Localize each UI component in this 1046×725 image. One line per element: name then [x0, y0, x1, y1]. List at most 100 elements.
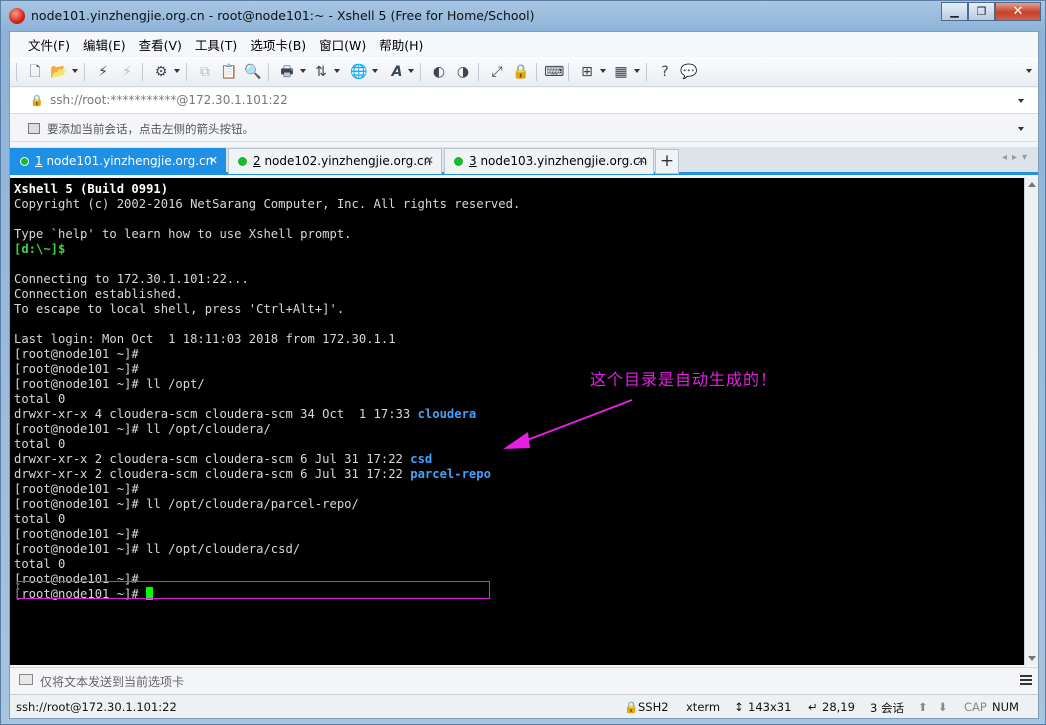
window-title: node101.yinzhengjie.org.cn - root@node10… [31, 8, 535, 23]
toolbar-overflow-icon[interactable] [1026, 69, 1032, 73]
maximize-button[interactable]: ❐ [968, 2, 995, 21]
window-controls: ▁ ❐ ✕ [941, 2, 1041, 21]
address-input[interactable]: ssh://root:***********@172.30.1.101:22 [50, 93, 288, 107]
menu-window[interactable]: 窗口(W) [319, 35, 375, 54]
tab-node102[interactable]: 2 node102.yinzhengjie.org.cn ✕ [228, 148, 442, 174]
status-sessions: 3 会话 [870, 701, 904, 715]
terminal-area[interactable]: Xshell 5 (Build 0991) Copyright (c) 2002-… [10, 178, 1024, 665]
hint-bar: 要添加当前会话，点击左侧的箭头按钮。 [10, 115, 1038, 142]
tab-label: node102.yinzhengjie.org.cn [260, 154, 432, 168]
title-bar[interactable]: node101.yinzhengjie.org.cn - root@node10… [1, 1, 1046, 31]
add-session-arrow-icon[interactable] [28, 123, 40, 134]
scroll-down-icon[interactable] [1028, 656, 1036, 661]
print-icon[interactable]: 🖶 [278, 63, 296, 81]
menu-tab[interactable]: 选项卡(B) [250, 35, 315, 54]
layout-icon[interactable]: ▦ [612, 63, 630, 81]
terminal-scrollbar[interactable] [1024, 178, 1038, 665]
scroll-up-icon[interactable] [1028, 182, 1036, 187]
status-terminal-type: xterm [686, 700, 721, 714]
menu-help[interactable]: 帮助(H) [379, 35, 432, 54]
transfer-dropdown-icon[interactable] [334, 69, 340, 73]
new-session-icon[interactable]: 🗋 [26, 63, 44, 81]
add-pane-icon[interactable]: ⊞ [578, 63, 596, 81]
lock-icon[interactable]: 🔒 [512, 63, 530, 81]
annotation-text: 这个目录是自动生成的！ [590, 370, 778, 389]
menu-tools[interactable]: 工具(T) [195, 35, 246, 54]
status-connection: ssh://root@172.30.1.101:22 [16, 700, 177, 714]
find-icon[interactable]: 🔍 [244, 63, 262, 81]
annotation-arrow-head [503, 432, 530, 449]
tab-scroll-icons[interactable]: ◂▸▾ [1002, 152, 1032, 163]
toolbar-separator [268, 63, 269, 81]
annotation-arrow [503, 399, 633, 449]
xshell-window: node101.yinzhengjie.org.cn - root@node10… [0, 0, 1046, 725]
toolbar-grip [16, 63, 17, 81]
tab-close-icon[interactable]: ✕ [637, 149, 646, 173]
compose-menu-icon[interactable] [1020, 675, 1032, 685]
toolbar-separator [420, 63, 421, 81]
close-button[interactable]: ✕ [995, 2, 1041, 21]
tab-node101[interactable]: 1 node101.yinzhengjie.org.cn ✕ [10, 148, 226, 174]
status-bar: ssh://root@172.30.1.101:22 🔒 SSH2 xterm … [10, 694, 1038, 718]
tab-number: 3 [469, 154, 477, 168]
properties-icon[interactable]: ⚙ [152, 63, 170, 81]
status-size: 143x31 [748, 700, 792, 714]
menu-bar: 文件(F) 编辑(E) 查看(V) 工具(T) 选项卡(B) 窗口(W) 帮助(… [10, 32, 1038, 56]
font-dropdown-icon[interactable] [408, 69, 414, 73]
toolbar-separator [186, 63, 187, 81]
connected-status-icon [454, 157, 463, 166]
new-tab-button[interactable]: + [655, 149, 679, 174]
tab-number: 1 [35, 154, 43, 168]
toolbar: 🗋 📂 ⚡ ⚡ ⚙ ⧉ 📋 🔍 🖶 ⇅ 🌐 A ◐ ◑ ⤢ 🔒 ⌨ ⊞ ▦ ? … [10, 57, 1038, 87]
font-icon[interactable]: A [388, 63, 406, 81]
menu-file[interactable]: 文件(F) [28, 35, 79, 54]
status-num-lock: NUM [992, 700, 1019, 714]
lock-icon: 🔒 [624, 700, 639, 714]
globe-dropdown-icon[interactable] [372, 69, 378, 73]
tab-close-icon[interactable]: ✕ [209, 149, 218, 173]
menu-edit[interactable]: 编辑(E) [83, 35, 135, 54]
paste-icon[interactable]: 📋 [220, 63, 238, 81]
minimize-button[interactable]: ▁ [941, 2, 968, 21]
tab-node103[interactable]: 3 node103.yinzhengjie.org.cn ✕ [444, 148, 654, 174]
status-caps-lock: CAP [964, 700, 987, 714]
globe-icon[interactable]: 🌐 [350, 63, 368, 81]
tab-label: node103.yinzhengjie.org.cn [476, 154, 648, 168]
properties-dropdown-icon[interactable] [174, 69, 180, 73]
client-area: 文件(F) 编辑(E) 查看(V) 工具(T) 选项卡(B) 窗口(W) 帮助(… [9, 31, 1039, 719]
fullscreen-icon[interactable]: ⤢ [488, 63, 506, 81]
session-down-icon[interactable]: ⬇ [938, 700, 948, 714]
transfer-icon[interactable]: ⇅ [312, 63, 330, 81]
address-bar[interactable]: 🔒 ssh://root:***********@172.30.1.101:22 [10, 88, 1038, 114]
xftp-icon[interactable]: ◐ [430, 63, 448, 81]
lock-icon: 🔒 [30, 94, 44, 107]
session-up-icon[interactable]: ⬆ [918, 700, 928, 714]
xmanager-icon[interactable]: ◑ [454, 63, 472, 81]
layout-dropdown-icon[interactable] [634, 69, 640, 73]
status-cursor-position: 28,19 [822, 700, 855, 714]
hint-dropdown-icon[interactable] [1018, 127, 1024, 131]
connected-status-icon [238, 157, 247, 166]
status-protocol: SSH2 [638, 700, 669, 714]
print-dropdown-icon[interactable] [300, 69, 306, 73]
add-pane-dropdown-icon[interactable] [600, 69, 606, 73]
toolbar-separator [568, 63, 569, 81]
help-icon[interactable]: ? [656, 63, 674, 81]
tab-number: 2 [253, 154, 261, 168]
disconnect-icon[interactable]: ⚡ [118, 63, 136, 81]
resize-icon: ↕ [734, 700, 744, 714]
address-dropdown-icon[interactable] [1018, 99, 1024, 103]
compose-input[interactable]: 仅将文本发送到当前选项卡 [40, 673, 184, 690]
annotation-arrow-line [521, 399, 633, 443]
reconnect-icon[interactable]: ⚡ [94, 63, 112, 81]
open-folder-icon[interactable]: 📂 [50, 63, 68, 81]
chat-icon[interactable]: 💬 [680, 63, 698, 81]
copy-icon[interactable]: ⧉ [196, 63, 214, 81]
compose-icon[interactable] [19, 674, 33, 685]
keyboard-icon[interactable]: ⌨ [544, 63, 564, 81]
toolbar-separator [478, 63, 479, 81]
tab-bar: 1 node101.yinzhengjie.org.cn ✕ 2 node102… [10, 147, 1038, 175]
open-dropdown-icon[interactable] [72, 69, 78, 73]
menu-view[interactable]: 查看(V) [139, 35, 191, 54]
tab-close-icon[interactable]: ✕ [425, 149, 434, 173]
